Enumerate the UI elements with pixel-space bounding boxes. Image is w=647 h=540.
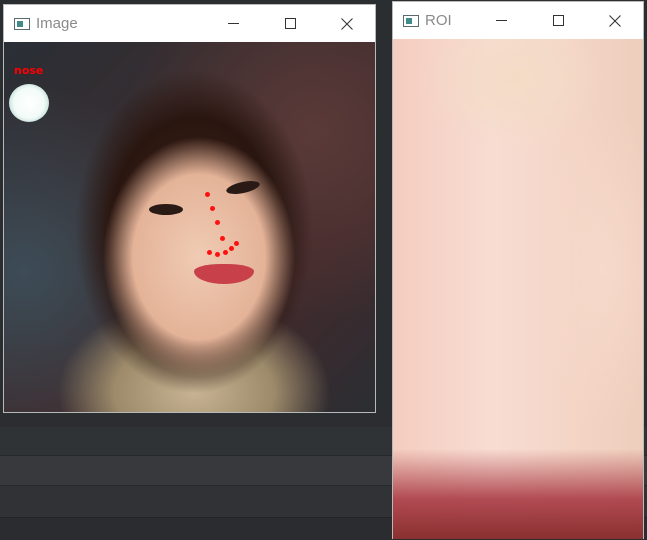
- close-icon: [609, 14, 621, 27]
- right-eye: [225, 178, 261, 197]
- nose-landmark-point: [207, 250, 212, 255]
- nose-landmark-point: [210, 206, 215, 211]
- app-icon: [403, 14, 419, 27]
- image-window: Image nose: [3, 4, 376, 413]
- minimize-button[interactable]: [472, 2, 530, 39]
- nose-landmark-point: [215, 252, 220, 257]
- lips: [194, 264, 254, 284]
- close-button[interactable]: [318, 5, 376, 42]
- window-title: ROI: [425, 12, 452, 29]
- nose-landmark-point: [229, 246, 234, 251]
- nose-landmark-point: [215, 220, 220, 225]
- app-icon: [14, 17, 30, 30]
- maximize-button[interactable]: [529, 2, 587, 39]
- roi-window: ROI: [392, 1, 644, 539]
- minimize-button[interactable]: [204, 5, 262, 42]
- close-button[interactable]: [586, 2, 644, 39]
- roi-window-titlebar[interactable]: ROI: [393, 2, 643, 39]
- roi-canvas[interactable]: [393, 39, 643, 539]
- portrait-photo: nose: [4, 42, 375, 412]
- nose-landmark-point: [234, 241, 239, 246]
- nose-landmark-point: [205, 192, 210, 197]
- minimize-icon: [227, 23, 239, 24]
- image-window-titlebar[interactable]: Image: [4, 5, 375, 42]
- maximize-icon: [284, 18, 296, 29]
- maximize-button[interactable]: [261, 5, 319, 42]
- left-eye: [149, 204, 183, 215]
- roi-image: [393, 39, 643, 539]
- nose-label: nose: [14, 64, 44, 77]
- window-title: Image: [36, 15, 78, 32]
- nose-landmark-point: [220, 236, 225, 241]
- image-canvas[interactable]: nose: [4, 42, 375, 412]
- close-icon: [341, 17, 353, 30]
- minimize-icon: [495, 20, 507, 21]
- white-circle-marker: [9, 84, 49, 122]
- nose-landmark-point: [223, 250, 228, 255]
- maximize-icon: [552, 15, 564, 26]
